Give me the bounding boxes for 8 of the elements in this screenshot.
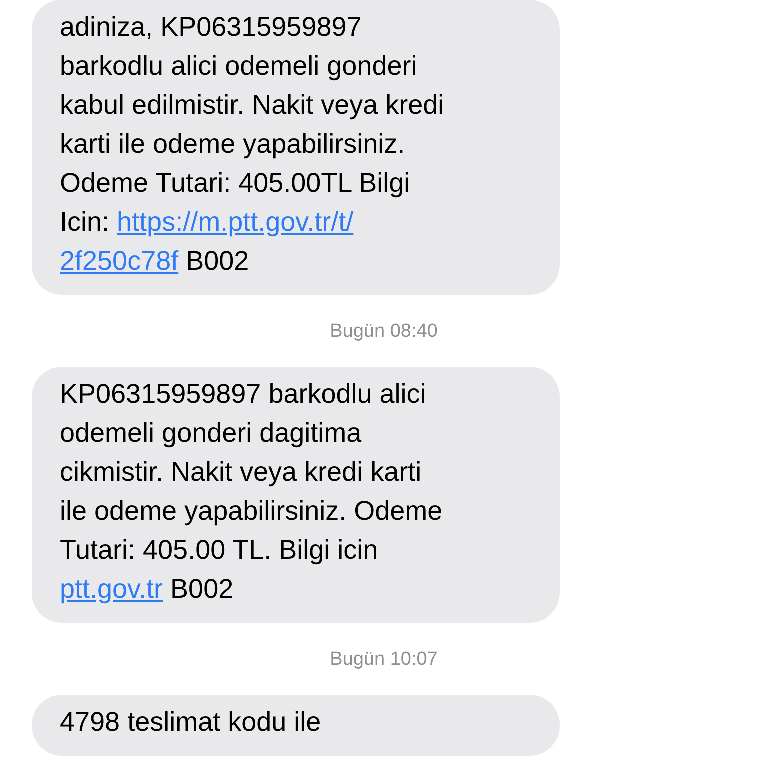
message-link[interactable]: 2f250c78f <box>60 246 179 276</box>
message-link[interactable]: https://m.ptt.gov.tr/t/ <box>117 207 354 237</box>
message-link[interactable]: ptt.gov.tr <box>60 574 164 604</box>
message-timestamp: Bugün 10:07 <box>330 648 438 672</box>
message-bubble: adiniza, KP06315959897 barkodlu alici odemeli gonderi kabul edilmistir. Nakit veya kredi karti ile odeme yapabilirsiniz. Odeme Tutari: 405.00TL Bilgi Icin: https://m.ptt.gov.tr/t/ 2f250c78f B002 <box>32 0 560 295</box>
message-bubble: 4798 teslimat kodu ile <box>32 695 560 756</box>
message-timestamp: Bugün 08:40 <box>330 320 438 344</box>
message-bubble: KP06315959897 barkodlu alici odemeli gonderi dagitima cikmistir. Nakit veya kredi karti ile odeme yapabilirsiniz. Odeme Tutari: 405.00 TL. Bilgi icin ptt.gov.tr B002 <box>32 367 560 623</box>
